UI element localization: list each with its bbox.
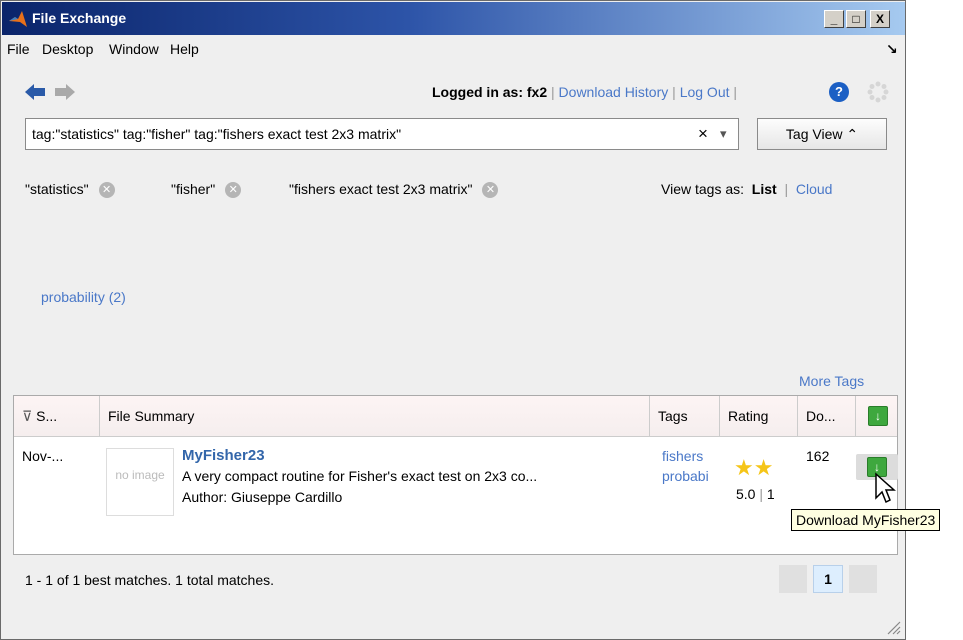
row-tag-probability[interactable]: probabi: [662, 468, 718, 484]
rating-summary: 5.0 | 1: [736, 486, 775, 502]
window-title: File Exchange: [32, 10, 127, 26]
download-count: 162: [806, 448, 830, 464]
column-header-rating[interactable]: Rating: [720, 396, 798, 436]
title-bar[interactable]: File Exchange _ □ X: [2, 2, 905, 35]
search-history-dropdown-icon[interactable]: ▾: [720, 126, 727, 142]
remove-tag-icon[interactable]: ✕: [225, 182, 242, 199]
menu-bar: File Desktop Window Help ↘: [2, 35, 905, 63]
search-value: tag:"statistics" tag:"fisher" tag:"fishe…: [32, 126, 402, 142]
toolbar: Logged in as: fx2 | Download History | L…: [2, 75, 905, 111]
rating-value: 5.0: [736, 486, 756, 502]
help-icon[interactable]: ?: [829, 82, 849, 102]
menu-help[interactable]: Help: [170, 41, 199, 57]
menu-window[interactable]: Window: [109, 41, 159, 57]
file-author: Author: Giuseppe Cardillo: [182, 489, 343, 505]
column-header-downloads[interactable]: Do...: [798, 396, 856, 436]
menu-desktop[interactable]: Desktop: [42, 41, 93, 57]
download-tooltip: Download MyFisher23: [791, 509, 941, 531]
view-tags-label: View tags as:: [661, 181, 745, 197]
column-header-summary[interactable]: File Summary: [100, 396, 650, 436]
minimize-button[interactable]: _: [824, 10, 844, 28]
tag-chip-fishers-exact-test: "fishers exact test 2x3 matrix" ✕: [289, 181, 499, 199]
loading-spinner-icon: [867, 81, 889, 103]
star-icon: ★★: [734, 456, 774, 480]
column-header-sort[interactable]: ⊽ S...: [14, 396, 100, 436]
results-status: 1 - 1 of 1 best matches. 1 total matches…: [25, 572, 275, 588]
tag-chip-label: "statistics": [25, 181, 89, 197]
remove-tag-icon[interactable]: ✕: [482, 182, 499, 199]
tag-chip-fisher: "fisher" ✕: [171, 181, 242, 199]
separator: |: [733, 84, 738, 100]
rating-count: 1: [766, 486, 775, 502]
tag-cloud-item-probability[interactable]: probability (2): [41, 289, 126, 305]
file-exchange-window: File Exchange _ □ X File Desktop Window …: [0, 0, 941, 640]
sort-filter-icon: ⊽: [22, 408, 37, 424]
log-out-link[interactable]: Log Out: [680, 84, 730, 100]
file-thumbnail: no image: [106, 448, 174, 516]
menu-file[interactable]: File: [7, 41, 30, 57]
remove-tag-icon[interactable]: ✕: [98, 182, 115, 199]
close-button[interactable]: X: [870, 10, 890, 28]
view-tags-toggle: View tags as: List | Cloud: [661, 181, 832, 197]
clear-search-icon[interactable]: ×: [698, 124, 708, 144]
table-header: ⊽ S... File Summary Tags Rating Do... ↓: [14, 396, 897, 437]
search-input[interactable]: tag:"statistics" tag:"fisher" tag:"fishe…: [25, 118, 739, 150]
pager-next-button[interactable]: [849, 565, 877, 593]
download-history-link[interactable]: Download History: [559, 84, 669, 100]
row-date: Nov-...: [22, 448, 64, 464]
matlab-logo-icon: [9, 11, 27, 27]
row-tag-fishers[interactable]: fishers: [662, 448, 703, 464]
back-arrow-icon[interactable]: [24, 83, 46, 101]
results-table: ⊽ S... File Summary Tags Rating Do... ↓ …: [13, 395, 898, 555]
rating-stars: ★★: [734, 456, 796, 480]
forward-arrow-icon[interactable]: [54, 83, 76, 101]
file-title-link[interactable]: MyFisher23: [182, 447, 265, 464]
view-tags-list[interactable]: List: [752, 181, 777, 197]
dock-arrow-icon[interactable]: ↘: [886, 41, 898, 58]
file-description: A very compact routine for Fisher's exac…: [182, 468, 538, 484]
pager-current-page[interactable]: 1: [813, 565, 843, 593]
maximize-button[interactable]: □: [846, 10, 866, 28]
tag-chip-statistics: "statistics" ✕: [25, 181, 115, 199]
table-row[interactable]: Nov-... no image MyFisher23 A very compa…: [14, 436, 898, 544]
tag-view-button[interactable]: Tag View ⌃: [757, 118, 887, 150]
view-tags-cloud[interactable]: Cloud: [796, 181, 833, 197]
resize-grip-icon[interactable]: [885, 619, 901, 635]
column-header-tags[interactable]: Tags: [650, 396, 720, 436]
more-tags-link[interactable]: More Tags: [799, 373, 864, 389]
account-links: Logged in as: fx2 | Download History | L…: [432, 84, 737, 100]
separator: |: [672, 84, 676, 100]
pager-previous-button[interactable]: [779, 565, 807, 593]
mouse-cursor-icon: [875, 472, 896, 504]
separator: |: [551, 84, 555, 100]
tag-chip-label: "fisher": [171, 181, 216, 197]
tag-chip-label: "fishers exact test 2x3 matrix": [289, 181, 473, 197]
download-all-icon[interactable]: ↓: [868, 406, 888, 426]
column-header-label: S...: [36, 408, 58, 424]
separator: |: [784, 181, 789, 197]
logged-in-label: Logged in as: fx2: [432, 84, 548, 100]
